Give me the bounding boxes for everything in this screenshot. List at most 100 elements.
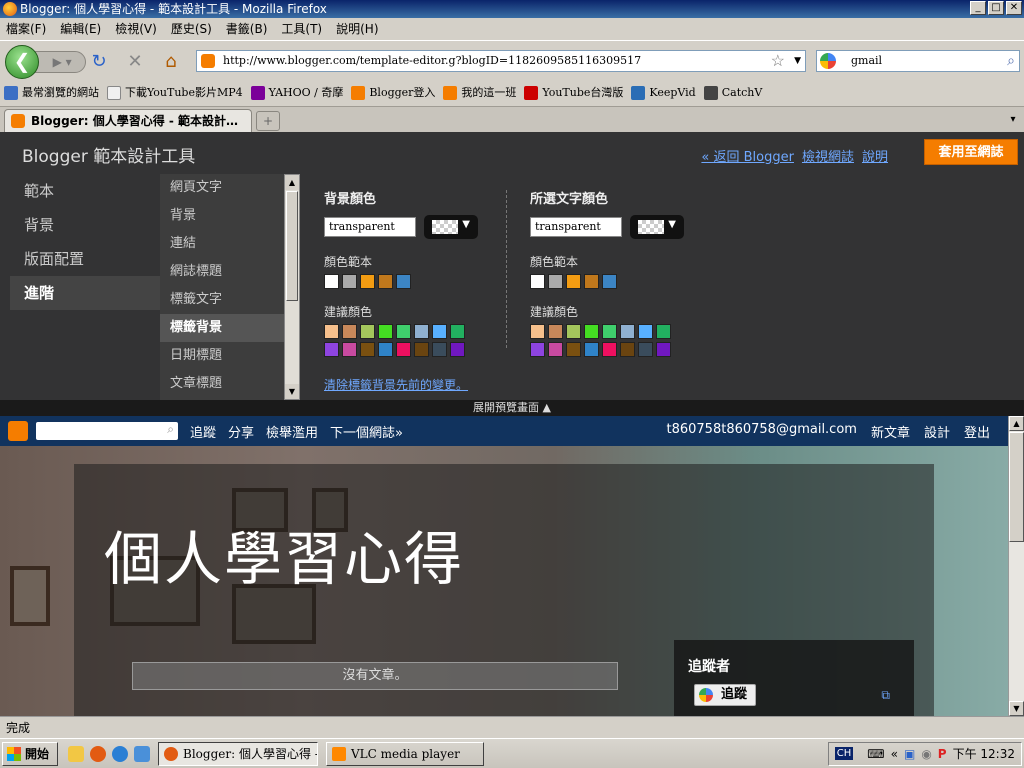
forward-button[interactable]: ▶ ▾ [34,51,86,73]
color-swatch[interactable] [638,324,653,339]
nav-item-background[interactable]: 背景 [10,208,160,242]
color-swatch[interactable] [396,324,411,339]
color-swatch[interactable] [656,324,671,339]
color-swatch[interactable] [342,324,357,339]
color-swatch[interactable] [396,342,411,357]
color-swatch[interactable] [638,342,653,357]
network-icon[interactable]: ▣ [904,747,915,761]
navbar-follow-link[interactable]: 追蹤 [190,422,216,441]
bookmark-item[interactable]: 下載YouTube影片MP4 [107,82,243,104]
back-to-blogger-link[interactable]: « 返回 Blogger [701,146,794,165]
sublist-scrollbar[interactable]: ▲ ▼ [284,174,300,400]
color-swatch[interactable] [324,274,339,289]
sublist-item[interactable]: 日期標題 [160,342,284,370]
close-button[interactable]: ✕ [1006,1,1022,15]
menu-tools[interactable]: 工具(T) [281,18,322,40]
sublist-item[interactable]: 背景 [160,202,284,230]
search-input[interactable]: gmail ⌕ [816,50,1020,72]
color-swatch[interactable] [342,342,357,357]
volume-icon[interactable]: ◉ [921,747,931,761]
expand-preview-bar[interactable]: 展開預覽畫面 ▲ [0,400,1024,416]
color-swatch[interactable] [414,342,429,357]
home-icon[interactable]: ⌂ [160,51,182,73]
color-swatch[interactable] [432,342,447,357]
bookmark-item[interactable]: Blogger登入 [351,82,435,104]
stop-icon[interactable]: ✕ [124,51,146,73]
sublist-item[interactable]: 文章標題 [160,370,284,398]
color-swatch[interactable] [378,274,393,289]
color-swatch[interactable] [548,324,563,339]
reload-icon[interactable]: ↻ [88,51,110,73]
minimize-button[interactable]: _ [970,1,986,15]
sublist-item[interactable]: 網頁文字 [160,174,284,202]
color-swatch[interactable] [360,324,375,339]
search-icon[interactable]: ⌕ [167,422,174,437]
nav-item-layout[interactable]: 版面配置 [10,242,160,276]
color-swatch[interactable] [530,274,545,289]
sublist-item[interactable]: 網誌標題 [160,258,284,286]
color-swatch[interactable] [566,274,581,289]
text-color-input[interactable]: transparent [530,217,622,237]
taskbar-item-vlc[interactable]: VLC media player [326,741,485,766]
navbar-share-link[interactable]: 分享 [228,422,254,441]
menu-bookmarks[interactable]: 書籤(B) [226,18,268,40]
tab-list-button[interactable]: ▾ [1006,111,1020,129]
follow-button[interactable]: 追蹤 [694,684,756,706]
address-dropdown-icon[interactable]: ▼ [794,51,801,71]
scroll-up-arrow-icon[interactable]: ▲ [285,175,299,190]
tray-p-icon[interactable]: P [938,747,947,761]
firefox-icon[interactable] [90,745,107,762]
bookmark-star-icon[interactable]: ☆ [771,51,785,71]
blogger-logo-icon[interactable] [8,421,28,441]
sublist-item-selected[interactable]: 標籤背景 [160,314,284,342]
background-color-input[interactable]: transparent [324,217,416,237]
nav-item-template[interactable]: 範本 [10,174,160,208]
navbar-report-link[interactable]: 檢舉濫用 [266,422,318,441]
taskbar-item-firefox[interactable]: Blogger: 個人學習心得 - ... [158,741,319,766]
color-swatch[interactable] [602,274,617,289]
color-swatch[interactable] [342,274,357,289]
color-swatch[interactable] [378,342,393,357]
clear-changes-link[interactable]: 清除標籤背景先前的變更。 [324,376,468,393]
menu-view[interactable]: 檢視(V) [115,18,157,40]
sublist-item[interactable]: 標籤文字 [160,286,284,314]
clock[interactable]: 下午 12:32 [953,745,1015,762]
bookmark-item[interactable]: 最常瀏覽的網站 [4,82,99,104]
navbar-next-blog-link[interactable]: 下一個網誌» [330,422,403,441]
preview-scrollbar[interactable]: ▲ ▼ [1008,416,1024,716]
scroll-thumb[interactable] [1009,432,1024,542]
color-swatch[interactable] [548,274,563,289]
maximize-button[interactable]: □ [988,1,1004,15]
color-swatch[interactable] [360,342,375,357]
color-swatch[interactable] [324,342,339,357]
color-swatch[interactable] [584,342,599,357]
color-swatch[interactable] [450,342,465,357]
menu-edit[interactable]: 編輯(E) [60,18,101,40]
color-swatch[interactable] [602,342,617,357]
color-swatch[interactable] [414,324,429,339]
color-swatch[interactable] [548,342,563,357]
color-swatch[interactable] [584,324,599,339]
color-swatch[interactable] [620,342,635,357]
scroll-up-arrow-icon[interactable]: ▲ [1009,416,1024,431]
color-swatch[interactable] [602,324,617,339]
sign-out-link[interactable]: 登出 [964,422,990,441]
scroll-down-arrow-icon[interactable]: ▼ [1009,701,1024,716]
keyboard-icon[interactable]: ⌨ [867,747,884,761]
scroll-thumb[interactable] [286,191,298,301]
help-link[interactable]: 說明 [862,146,888,165]
color-swatch[interactable] [530,324,545,339]
bookmark-item[interactable]: YAHOO / 奇摩 [250,82,343,104]
design-link[interactable]: 設計 [924,422,950,441]
color-swatch[interactable] [396,274,411,289]
color-swatch[interactable] [584,274,599,289]
google-icon[interactable] [820,53,836,69]
background-color-picker[interactable]: ▼ [424,215,478,239]
menu-history[interactable]: 歷史(S) [171,18,212,40]
desktop-icon[interactable] [134,745,151,762]
sublist-item[interactable]: 連結 [160,230,284,258]
color-swatch[interactable] [324,324,339,339]
menu-help[interactable]: 說明(H) [336,18,378,40]
internet-explorer-icon[interactable] [112,745,129,762]
color-swatch[interactable] [450,324,465,339]
